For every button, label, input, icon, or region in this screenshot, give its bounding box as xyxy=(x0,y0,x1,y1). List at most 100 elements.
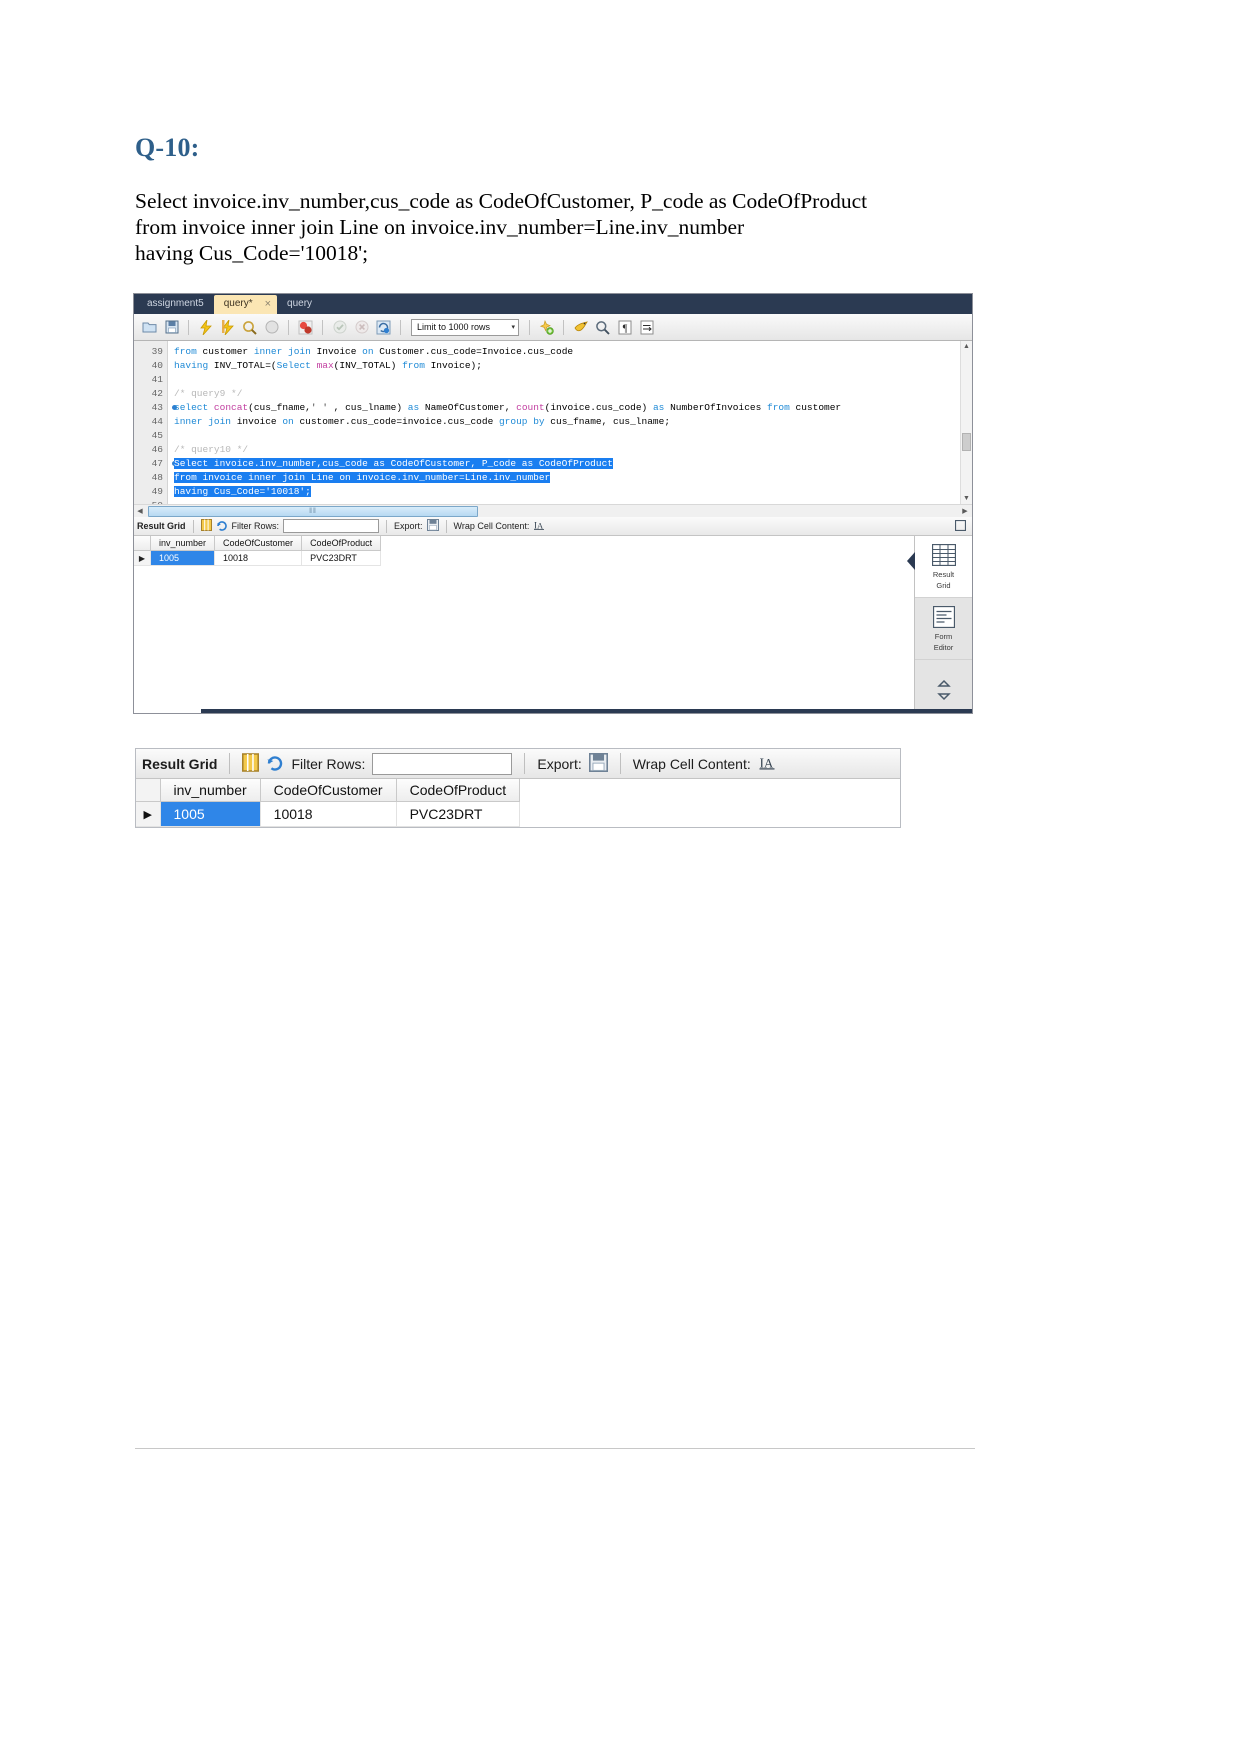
column-header-inv-number[interactable]: inv_number xyxy=(150,536,216,551)
commit-transaction-icon[interactable] xyxy=(330,318,349,337)
filter-rows-input[interactable] xyxy=(372,752,513,775)
wrap-cell-icon[interactable]: IA xyxy=(533,519,545,533)
result-grid-area: inv_number CodeOfCustomer CodeOfProduct … xyxy=(134,536,972,709)
cell-codeofcustomer[interactable]: 10018 xyxy=(260,801,397,827)
execute-current-statement-icon[interactable] xyxy=(218,318,237,337)
editor-horizontal-scrollbar[interactable]: ◀ ‖‖ ▶ xyxy=(134,504,972,517)
filter-rows-label: Filter Rows: xyxy=(231,521,280,531)
code-line[interactable]: having Cus_Code='10018'; xyxy=(174,485,972,499)
code-line[interactable] xyxy=(174,499,972,504)
code-line[interactable]: /* query9 */ xyxy=(174,387,972,401)
export-icon[interactable] xyxy=(588,752,608,775)
code-token: (cus_fname, xyxy=(248,402,311,413)
find-replace-icon[interactable] xyxy=(571,318,590,337)
filter-rows-input[interactable] xyxy=(283,519,380,533)
code-token: on xyxy=(362,346,380,357)
export-label: Export: xyxy=(537,755,582,772)
rollback-transaction-icon[interactable] xyxy=(352,318,371,337)
cell-codeofproduct[interactable]: PVC23DRT xyxy=(301,550,382,566)
code-line[interactable]: having INV_TOTAL=(Select max(INV_TOTAL) … xyxy=(174,359,972,373)
svg-text:A: A xyxy=(764,756,774,770)
toggle-invisible-characters-icon[interactable]: ¶ xyxy=(615,318,634,337)
beautify-query-icon[interactable] xyxy=(537,318,556,337)
toggle-word-wrap-icon[interactable] xyxy=(637,318,656,337)
code-line[interactable]: /* query10 */ xyxy=(174,443,972,457)
sql-code-editor[interactable]: 394041424344454647484950 from customer i… xyxy=(134,341,972,504)
open-sql-script-icon[interactable] xyxy=(140,318,159,337)
toolbar-divider xyxy=(529,319,530,335)
row-limit-dropdown[interactable]: Limit to 1000 rows ▾ xyxy=(411,318,519,336)
column-header-codeofcustomer[interactable]: CodeOfCustomer xyxy=(214,536,303,551)
cell-inv-number[interactable]: 1005 xyxy=(160,801,261,827)
query-text-line: from invoice inner join Line on invoice.… xyxy=(135,215,745,239)
save-sql-script-icon[interactable] xyxy=(162,318,181,337)
stop-execution-icon[interactable] xyxy=(262,318,281,337)
refresh-icon[interactable] xyxy=(266,753,284,774)
code-token: Invoice); xyxy=(430,360,482,371)
code-token: customer.cus_code=invoice.cus_code xyxy=(299,416,499,427)
expand-collapse-icon xyxy=(934,679,954,703)
tab-label: query* xyxy=(223,298,253,309)
filter-rows-label: Filter Rows: xyxy=(291,755,366,772)
vertical-scroll-thumb[interactable] xyxy=(962,433,971,451)
toggle-stop-on-error-icon[interactable] xyxy=(296,318,315,337)
search-icon[interactable] xyxy=(593,318,612,337)
toolbar-divider xyxy=(188,319,189,335)
wrap-cell-icon[interactable]: IA xyxy=(758,753,776,774)
svg-text:¶: ¶ xyxy=(622,323,627,334)
tab-assignment5[interactable]: assignment5 xyxy=(137,295,214,314)
table-row[interactable]: ▶ 1005 10018 PVC23DRT xyxy=(134,550,382,566)
page-footer-rule xyxy=(135,1448,975,1449)
result-tab-38[interactable]: Result 38 × xyxy=(134,709,201,713)
toggle-auto-commit-icon[interactable] xyxy=(374,318,393,337)
side-item-expand-collapse[interactable] xyxy=(915,660,972,713)
table-row[interactable]: ▶ 1005 10018 PVC23DRT xyxy=(136,801,521,827)
export-icon[interactable] xyxy=(426,519,439,533)
code-line[interactable] xyxy=(174,429,972,443)
close-icon[interactable]: × xyxy=(265,299,271,310)
cell-codeofcustomer[interactable]: 10018 xyxy=(214,550,303,566)
line-number: 39 xyxy=(151,346,163,357)
row-limit-value: Limit to 1000 rows xyxy=(417,322,491,332)
execute-all-icon[interactable] xyxy=(196,318,215,337)
side-item-result-grid[interactable]: Result Grid xyxy=(915,536,972,598)
code-line[interactable] xyxy=(174,373,972,387)
column-header-codeofproduct[interactable]: CodeOfProduct xyxy=(396,779,521,802)
scroll-down-icon[interactable]: ▼ xyxy=(961,493,972,504)
cell-inv-number[interactable]: 1005 xyxy=(150,550,216,566)
side-item-label: Result xyxy=(932,569,955,579)
editor-vertical-scrollbar[interactable]: ▲ ▼ xyxy=(960,341,972,504)
tab-query[interactable]: query xyxy=(277,295,322,314)
column-header-codeofproduct[interactable]: CodeOfProduct xyxy=(301,536,382,551)
code-line[interactable]: select concat(cus_fname,' ' , cus_lname)… xyxy=(174,401,972,415)
query-text-line: having Cus_Code='10018'; xyxy=(135,241,369,265)
editor-tab-strip: assignment5 query* × query xyxy=(134,294,972,314)
code-token: (invoice.cus_code) xyxy=(544,402,653,413)
column-header-inv-number[interactable]: inv_number xyxy=(160,779,261,802)
snapshot-icon[interactable] xyxy=(954,519,967,533)
horizontal-scroll-thumb[interactable]: ‖‖ xyxy=(148,505,478,517)
grid-view-icon[interactable] xyxy=(200,519,212,533)
result-view-side-panel: Result Grid Form Editor xyxy=(907,536,972,709)
close-icon[interactable]: × xyxy=(188,712,194,713)
scroll-up-icon[interactable]: ▲ xyxy=(961,341,972,352)
code-token: Customer.cus_code=Invoice.cus_code xyxy=(379,346,574,357)
code-line[interactable]: Select invoice.inv_number,cus_code as Co… xyxy=(174,457,972,471)
side-item-form-editor[interactable]: Form Editor xyxy=(915,598,972,660)
code-token: NumberOfInvoices xyxy=(670,402,767,413)
column-header-codeofcustomer[interactable]: CodeOfCustomer xyxy=(260,779,397,802)
code-line[interactable]: from customer inner join Invoice on Cust… xyxy=(174,345,972,359)
grid-view-icon[interactable] xyxy=(242,752,260,775)
refresh-icon[interactable] xyxy=(216,519,228,533)
code-line[interactable]: inner join invoice on customer.cus_code=… xyxy=(174,415,972,429)
mysql-workbench-window: assignment5 query* × query Limit to 1000… xyxy=(133,293,973,714)
explain-query-icon[interactable] xyxy=(240,318,259,337)
horizontal-scroll-track[interactable]: ‖‖ xyxy=(146,505,958,517)
cell-codeofproduct[interactable]: PVC23DRT xyxy=(396,801,521,827)
editor-code-area[interactable]: from customer inner join Invoice on Cust… xyxy=(168,341,972,504)
code-line[interactable]: from invoice inner join Line on invoice.… xyxy=(174,471,972,485)
tab-query-active[interactable]: query* × xyxy=(213,295,278,314)
scroll-right-icon[interactable]: ▶ xyxy=(958,507,972,515)
scroll-left-icon[interactable]: ◀ xyxy=(134,507,146,515)
svg-text:A: A xyxy=(537,521,544,531)
